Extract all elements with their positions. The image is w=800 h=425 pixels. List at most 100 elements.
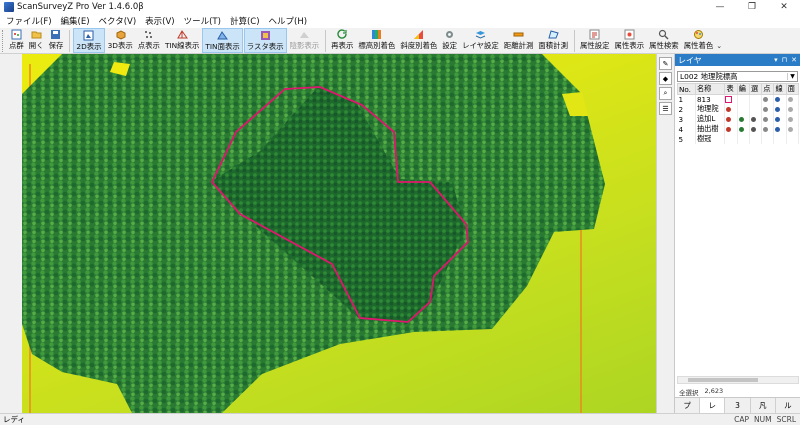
raster-display-button[interactable]: ラスタ表示 bbox=[243, 28, 287, 53]
point-icon[interactable] bbox=[761, 124, 775, 134]
table-row[interactable]: 3 追加L bbox=[677, 114, 800, 124]
raster-icon bbox=[260, 31, 270, 40]
slope-color-button[interactable]: 斜度別着色 bbox=[398, 28, 439, 53]
view-3d-icon bbox=[116, 30, 126, 40]
layer-table-header: No. 名称 表 編 選 点 線 面 bbox=[677, 83, 800, 95]
toolbar-grip[interactable] bbox=[2, 30, 5, 52]
toolbar-overflow-icon[interactable]: ⌄ bbox=[716, 42, 722, 50]
menu-tools[interactable]: ツール(T) bbox=[184, 15, 221, 27]
save-button[interactable]: 保存 bbox=[47, 28, 66, 53]
line-icon[interactable] bbox=[773, 104, 787, 114]
row-name: 813 bbox=[695, 94, 726, 104]
settings-button[interactable]: 設定 bbox=[440, 28, 459, 53]
panel-pin-icon[interactable]: ⊓ bbox=[782, 56, 787, 64]
table-row[interactable]: 5 樹冠 bbox=[677, 134, 800, 144]
line-icon[interactable] bbox=[773, 94, 787, 104]
toolbar-separator bbox=[325, 30, 327, 52]
show-icon[interactable] bbox=[724, 94, 738, 104]
point-icon[interactable] bbox=[761, 94, 775, 104]
pointcloud-icon bbox=[11, 29, 22, 40]
show-icon[interactable] bbox=[724, 104, 738, 114]
tin-face-icon bbox=[217, 31, 229, 40]
menu-edit[interactable]: 編集(E) bbox=[61, 15, 90, 27]
menu-vector[interactable]: ベクタ(V) bbox=[99, 15, 137, 27]
slope-color-icon bbox=[414, 30, 424, 39]
shade-display-button[interactable]: 陰影表示 bbox=[288, 28, 322, 53]
point-display-button[interactable]: 点表示 bbox=[136, 28, 162, 53]
menu-file[interactable]: ファイル(F) bbox=[6, 15, 52, 27]
col-edit: 編 bbox=[736, 83, 750, 95]
face-icon[interactable] bbox=[786, 124, 800, 134]
select-cell bbox=[749, 134, 763, 144]
panel-close-icon[interactable]: ✕ bbox=[791, 56, 797, 64]
layer-add-icon[interactable]: ✎ bbox=[659, 57, 672, 70]
table-row[interactable]: 4 抽出樹 bbox=[677, 124, 800, 134]
layer-select[interactable]: L002 地理院標高 ▼ bbox=[677, 71, 798, 82]
attribute-color-button[interactable]: 属性着色 bbox=[682, 28, 716, 53]
row-name: 地理院 bbox=[695, 104, 726, 114]
tab-legend[interactable]: 凡 bbox=[751, 398, 776, 413]
pointcloud-button[interactable]: 点群 bbox=[7, 28, 26, 53]
face-icon[interactable] bbox=[786, 114, 800, 124]
pointcloud-label: 点群 bbox=[9, 41, 24, 50]
line-icon[interactable] bbox=[773, 114, 787, 124]
show-icon[interactable] bbox=[724, 124, 738, 134]
layers-icon bbox=[475, 31, 486, 39]
tab-layer[interactable]: レ bbox=[700, 398, 726, 413]
layer-list-icon[interactable]: ☰ bbox=[659, 102, 672, 115]
distance-measure-button[interactable]: 距離計測 bbox=[502, 28, 536, 53]
minimize-button[interactable]: — bbox=[704, 0, 736, 14]
tin-line-button[interactable]: TIN線表示 bbox=[163, 28, 201, 53]
scrollbar-thumb[interactable] bbox=[688, 378, 758, 382]
attribute-settings-button[interactable]: 属性設定 bbox=[578, 28, 612, 53]
point-icon[interactable] bbox=[761, 114, 775, 124]
points-icon bbox=[145, 31, 153, 38]
attribute-display-button[interactable]: 属性表示 bbox=[613, 28, 647, 53]
menu-help[interactable]: ヘルプ(H) bbox=[269, 15, 308, 27]
view-2d-button[interactable]: 2D表示 bbox=[73, 28, 105, 53]
tab-3d[interactable]: 3 bbox=[725, 398, 751, 413]
show-cell bbox=[724, 134, 738, 144]
edit-icon[interactable] bbox=[737, 114, 750, 124]
restore-button[interactable]: ❐ bbox=[736, 0, 768, 14]
face-icon[interactable] bbox=[786, 104, 800, 114]
menu-bar: ファイル(F) 編集(E) ベクタ(V) 表示(V) ツール(T) 計算(C) … bbox=[0, 14, 800, 28]
attribute-search-button[interactable]: 属性検索 bbox=[647, 28, 681, 53]
show-icon[interactable] bbox=[724, 114, 738, 124]
search-icon bbox=[659, 29, 669, 40]
table-row[interactable]: 1 813 bbox=[677, 94, 800, 104]
layer-settings-button[interactable]: レイヤ設定 bbox=[460, 28, 501, 53]
line-icon[interactable] bbox=[773, 124, 787, 134]
edit-cell bbox=[737, 104, 750, 114]
horizontal-scrollbar[interactable] bbox=[677, 376, 799, 384]
map-view[interactable] bbox=[22, 54, 656, 413]
open-button[interactable]: 開く bbox=[27, 28, 46, 53]
menu-calc[interactable]: 計算(C) bbox=[230, 15, 260, 27]
area-measure-button[interactable]: 面積計測 bbox=[536, 28, 570, 53]
zoom-search-icon[interactable]: ⌕ bbox=[659, 87, 672, 100]
num-indicator: NUM bbox=[754, 415, 772, 424]
select-all-label[interactable]: 全選択 bbox=[679, 387, 699, 397]
tab-project[interactable]: プ bbox=[675, 398, 701, 413]
app-logo-icon bbox=[4, 2, 14, 12]
panel-menu-icon[interactable]: ▾ bbox=[774, 56, 778, 64]
face-icon[interactable] bbox=[786, 94, 800, 104]
shade-icon bbox=[299, 32, 309, 38]
redraw-button[interactable]: 再表示 bbox=[329, 28, 355, 53]
left-dock-strip bbox=[0, 54, 22, 413]
chevron-down-icon[interactable]: ▼ bbox=[787, 73, 797, 80]
tin-face-button[interactable]: TIN面表示 bbox=[202, 28, 243, 53]
close-button[interactable]: ✕ bbox=[768, 0, 800, 14]
tab-rule[interactable]: ル bbox=[776, 398, 800, 413]
layer-color-icon[interactable]: ◆ bbox=[659, 72, 672, 85]
table-row[interactable]: 2 地理院 bbox=[677, 104, 800, 114]
elevation-color-button[interactable]: 標高別着色 bbox=[356, 28, 397, 53]
select-icon[interactable] bbox=[749, 114, 763, 124]
point-icon[interactable] bbox=[761, 104, 775, 114]
window-controls: — ❐ ✕ bbox=[704, 0, 800, 14]
view-3d-button[interactable]: 3D表示 bbox=[106, 28, 135, 53]
select-icon[interactable] bbox=[749, 124, 763, 134]
view-2d-label: 2D表示 bbox=[76, 42, 102, 51]
edit-icon[interactable] bbox=[737, 124, 750, 134]
menu-view[interactable]: 表示(V) bbox=[145, 15, 174, 27]
